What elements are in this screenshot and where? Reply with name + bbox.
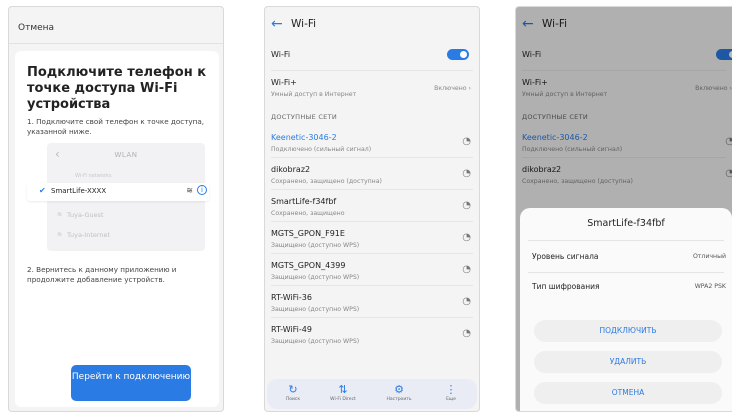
wlan-hint: Wi-Fi networks bbox=[75, 173, 112, 179]
divider bbox=[271, 70, 473, 71]
wifi-lock-icon: ◔ bbox=[462, 264, 471, 275]
network-row[interactable]: Keenetic-3046-2 Подключено (сильный сигн… bbox=[265, 128, 479, 158]
network-row[interactable]: MGTS_GPON_4399 Защищено (доступно WPS) ◔ bbox=[265, 256, 479, 286]
nav-label: Поиск bbox=[285, 397, 301, 402]
connect-button[interactable]: ПОДКЛЮЧИТЬ bbox=[534, 320, 722, 342]
wifi-icon: ≋ bbox=[57, 231, 63, 238]
nav-label: Wi-Fi Direct bbox=[330, 397, 356, 402]
refresh-icon: ↻ bbox=[288, 383, 298, 396]
wlan-title: WLAN bbox=[114, 151, 138, 159]
divider bbox=[271, 157, 473, 158]
more-icon: ⋮ bbox=[445, 383, 457, 396]
network-name: MGTS_GPON_F91E bbox=[271, 229, 345, 238]
gear-icon: ⚙ bbox=[394, 383, 404, 396]
network-status: Защищено (доступно WPS) bbox=[271, 242, 360, 249]
section-header: ДОСТУПНЫЕ СЕТИ bbox=[271, 113, 338, 121]
wifi-network-dialog-screen: ← Wi-Fi Wi-Fi Wi-Fi+ Умный доступ в Инте… bbox=[515, 6, 732, 412]
network-status: Сохранено, защищено bbox=[271, 210, 345, 217]
network-name: dikobraz2 bbox=[271, 165, 311, 174]
nav-label: Настроить bbox=[386, 397, 412, 402]
network-name: RT-WiFi-36 bbox=[271, 293, 312, 302]
encryption-label: Тип шифрования bbox=[532, 282, 600, 291]
wifiplus-sub: Умный доступ в Интернет bbox=[271, 91, 357, 98]
wifi-toggle-row[interactable]: Wi-Fi bbox=[265, 41, 479, 71]
divider bbox=[271, 221, 473, 222]
wifiplus-row[interactable]: Wi-Fi+ Умный доступ в Интернет Включено … bbox=[265, 73, 479, 103]
wifi-lock-icon: ◔ bbox=[462, 232, 471, 243]
network-row[interactable]: SmartLife-f34fbf Сохранено, защищено ◔ bbox=[265, 192, 479, 222]
wifi-toggle[interactable] bbox=[447, 49, 469, 60]
wifi-lock-icon: ◔ bbox=[462, 168, 471, 179]
delete-button[interactable]: УДАЛИТЬ bbox=[534, 351, 722, 373]
wifi-lock-icon: ◔ bbox=[462, 328, 471, 339]
divider bbox=[271, 253, 473, 254]
nav-wifi-direct[interactable]: ⇅ Wi-Fi Direct bbox=[323, 383, 363, 402]
wifi-lock-icon: ◔ bbox=[462, 296, 471, 307]
network-name: Tuya-Guest bbox=[67, 211, 104, 219]
nav-configure[interactable]: ⚙ Настроить bbox=[379, 383, 419, 402]
network-status: Сохранено, защищено (доступна) bbox=[271, 178, 382, 185]
network-status: Подключено (сильный сигнал) bbox=[271, 146, 372, 153]
pairing-screen: Отмена Подключите телефон к точке доступ… bbox=[8, 6, 224, 412]
nav-more[interactable]: ⋮ Еще bbox=[431, 383, 471, 402]
network-row[interactable]: MGTS_GPON_F91E Защищено (доступно WPS) ◔ bbox=[265, 224, 479, 254]
check-icon: ✔ bbox=[39, 186, 46, 195]
cancel-button[interactable]: ОТМЕНА bbox=[534, 382, 722, 404]
network-status: Защищено (доступно WPS) bbox=[271, 306, 360, 313]
wlan-header: ‹ WLAN bbox=[47, 143, 205, 167]
signal-value: Отличный bbox=[692, 253, 726, 260]
nav-search[interactable]: ↻ Поиск bbox=[273, 383, 313, 402]
nav-label: Еще bbox=[446, 397, 456, 402]
wifiplus-value-text: Включено bbox=[434, 85, 467, 92]
wifi-lock-icon: ◔ bbox=[462, 136, 471, 147]
wlan-item: ≋ Tuya-Guest bbox=[47, 207, 205, 225]
wifi-icon: ≋ bbox=[186, 186, 193, 195]
wlan-item: ≋ Tuya-Internet bbox=[47, 227, 205, 245]
instruction-card: Подключите телефон к точке доступа Wi-Fi… bbox=[15, 51, 219, 407]
step1-text: 1. Подключите свой телефон к точке досту… bbox=[27, 117, 205, 136]
network-name: SmartLife-f34fbf bbox=[271, 197, 337, 206]
info-icon: i bbox=[197, 185, 207, 195]
wifiplus-value: Включено › bbox=[434, 85, 471, 92]
divider bbox=[528, 272, 724, 273]
network-row[interactable]: dikobraz2 Сохранено, защищено (доступна)… bbox=[265, 160, 479, 190]
chevron-right-icon: › bbox=[468, 85, 471, 92]
page-title: Wi-Fi bbox=[291, 18, 317, 30]
go-to-connection-button[interactable]: Перейти к подключению bbox=[71, 365, 191, 401]
cancel-link[interactable]: Отмена bbox=[18, 23, 54, 33]
wifi-icon: ≋ bbox=[57, 211, 63, 218]
network-name: MGTS_GPON_4399 bbox=[271, 261, 346, 270]
bottom-nav: ↻ Поиск ⇅ Wi-Fi Direct ⚙ Настроить ⋮ Еще bbox=[267, 379, 477, 409]
signal-label: Уровень сигнала bbox=[532, 252, 599, 261]
network-row[interactable]: RT-WiFi-36 Защищено (доступно WPS) ◔ bbox=[265, 288, 479, 318]
network-row[interactable]: RT-WiFi-49 Защищено (доступно WPS) ◔ bbox=[265, 320, 479, 350]
wlan-selected-item: ✔ SmartLife-XXXX ≋ i bbox=[27, 183, 209, 201]
wifi-settings-screen: ← Wi-Fi Wi-Fi Wi-Fi+ Умный доступ в Инте… bbox=[264, 6, 480, 412]
wifi-direct-icon: ⇅ bbox=[338, 383, 348, 396]
header: ← Wi-Fi bbox=[265, 7, 479, 41]
selected-network-name: SmartLife-XXXX bbox=[51, 187, 107, 195]
encryption-value: WPA2 PSK bbox=[694, 283, 726, 290]
wlan-illustration: ‹ WLAN Wi-Fi networks ✔ SmartLife-XXXX ≋… bbox=[27, 143, 209, 251]
divider bbox=[9, 43, 223, 44]
wifiplus-label: Wi-Fi+ bbox=[271, 78, 297, 87]
divider bbox=[271, 189, 473, 190]
divider bbox=[271, 285, 473, 286]
network-name: RT-WiFi-49 bbox=[271, 325, 312, 334]
page-title: Подключите телефон к точке доступа Wi-Fi… bbox=[27, 65, 207, 112]
back-arrow-icon[interactable]: ← bbox=[271, 16, 283, 32]
divider bbox=[528, 240, 724, 241]
dialog-title: SmartLife-f34fbf bbox=[587, 218, 665, 229]
network-status: Защищено (доступно WPS) bbox=[271, 338, 360, 345]
divider bbox=[271, 317, 473, 318]
network-details-dialog: SmartLife-f34fbf Уровень сигнала Отличны… bbox=[520, 208, 732, 411]
step2-text: 2. Вернитесь к данному приложению и прод… bbox=[27, 265, 177, 284]
network-name: Tuya-Internet bbox=[67, 231, 111, 239]
wifi-lock-icon: ◔ bbox=[462, 200, 471, 211]
wifi-label: Wi-Fi bbox=[271, 50, 291, 59]
network-status: Защищено (доступно WPS) bbox=[271, 274, 360, 281]
network-name: Keenetic-3046-2 bbox=[271, 133, 337, 142]
